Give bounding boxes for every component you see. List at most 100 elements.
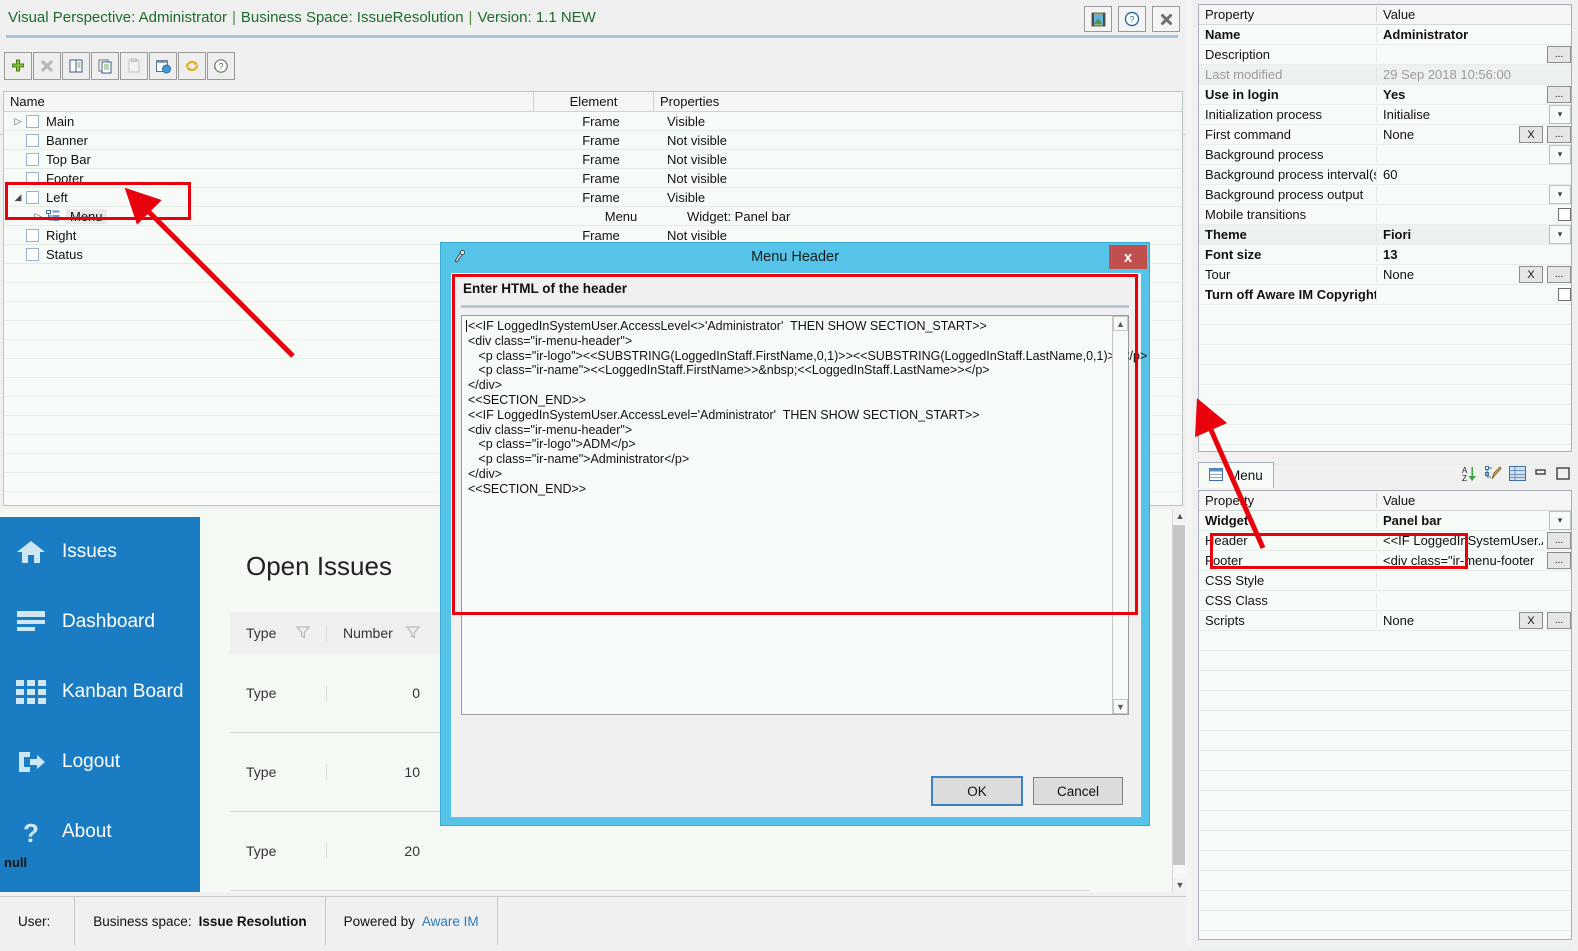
property-row[interactable]: First command None X... [1199,125,1571,145]
property-value-cell[interactable]: <div class="ir-menu-footer... [1377,552,1571,569]
property-value-cell[interactable]: 60 [1377,167,1571,182]
categorize-icon[interactable] [1485,465,1502,485]
property-row[interactable]: CSS Class [1199,591,1571,611]
tree-cell-name[interactable]: ◢ Left [4,190,541,205]
ellipsis-button[interactable]: ... [1547,552,1571,569]
property-value-cell[interactable]: Yes... [1377,86,1571,103]
table-row[interactable]: Footer Frame Not visible [4,169,1182,188]
property-row[interactable]: Turn off Aware IM Copyright [1199,285,1571,305]
property-value-cell[interactable]: Administrator [1377,27,1571,42]
help-icon[interactable]: ? [1118,6,1146,32]
table-view-icon[interactable] [1509,466,1526,484]
property-row[interactable]: Mobile transitions [1199,205,1571,225]
copy-button[interactable] [91,52,119,80]
property-row[interactable]: Tour None X... [1199,265,1571,285]
property-value-cell[interactable]: ... [1377,46,1571,63]
add-button[interactable] [4,52,32,80]
expander-icon[interactable]: ▷ [30,211,46,222]
ellipsis-button[interactable]: ... [1547,266,1571,283]
property-row[interactable]: Header <<IF LoggedInSystemUser.A... [1199,531,1571,551]
tab-menu[interactable]: Menu [1198,462,1274,488]
property-row[interactable]: Description... [1199,45,1571,65]
property-value-cell[interactable]: 13 [1377,247,1571,262]
property-value-cell[interactable]: ▾ [1377,145,1571,164]
preview-col-number[interactable]: Number [326,624,436,642]
property-value-cell[interactable] [1377,208,1571,221]
html-code-text[interactable]: <<IF LoggedInSystemUser.AccessLevel<>'Ad… [468,319,1147,497]
ellipsis-button[interactable]: ... [1547,46,1571,63]
property-row[interactable]: CSS Style [1199,571,1571,591]
aware-im-link[interactable]: Aware IM [422,914,479,929]
property-value-cell[interactable]: Fiori ▾ [1377,225,1571,244]
clear-button[interactable]: X [1519,266,1543,283]
scroll-up-icon[interactable]: ▲ [1173,509,1187,523]
sidebar-item-issues[interactable]: Issues [0,517,200,587]
tree-checkbox[interactable] [26,228,39,242]
preview-scroll-thumb[interactable] [1173,525,1185,865]
tree-header-element[interactable]: Element [534,92,654,111]
preview-col-type[interactable]: Type [230,625,326,642]
tree-cell-name[interactable]: Right [4,228,541,243]
checkbox[interactable] [1558,208,1571,221]
expander-icon[interactable]: ◢ [10,192,26,203]
sidebar-item-kanban-board[interactable]: Kanban Board [0,657,200,727]
property-row[interactable]: Background process output ▾ [1199,185,1571,205]
chevron-down-icon[interactable]: ▾ [1549,145,1571,164]
table-row[interactable]: ▷ Main Frame Visible [4,112,1182,131]
property-value-cell[interactable]: 29 Sep 2018 10:56:00 [1377,67,1571,82]
property-row[interactable]: Footer <div class="ir-menu-footer... [1199,551,1571,571]
cancel-button[interactable]: Cancel [1033,777,1123,805]
ellipsis-button[interactable]: ... [1547,612,1571,629]
refresh-button[interactable] [178,52,206,80]
html-code-editor[interactable]: <<IF LoggedInSystemUser.AccessLevel<>'Ad… [461,315,1147,715]
chevron-down-icon[interactable]: ▾ [1549,105,1571,124]
checkbox[interactable] [1558,288,1571,301]
ok-button[interactable]: OK [931,776,1023,806]
perspective-properties-grid[interactable]: Property Value Name Administrator Descript… [1198,4,1572,465]
sidebar-item-dashboard[interactable]: Dashboard [0,587,200,657]
property-row[interactable]: Theme Fiori ▾ [1199,225,1571,245]
property-value-cell[interactable]: None X... [1377,612,1571,629]
scroll-down-icon[interactable]: ▼ [1173,878,1187,892]
sidebar-item-about[interactable]: ? About [0,797,200,867]
property-row[interactable]: Font size 13 [1199,245,1571,265]
delete-button[interactable] [33,52,61,80]
code-editor-scrollbar[interactable]: ▲ ▼ [1112,316,1128,714]
property-row[interactable]: Background process ▾ [1199,145,1571,165]
minimize-icon[interactable] [1533,466,1548,484]
tree-checkbox[interactable] [26,247,39,261]
open-button[interactable] [62,52,90,80]
chevron-down-icon[interactable]: ▾ [1549,225,1571,244]
tree-cell-name[interactable]: Footer [4,171,541,186]
dialog-close-button[interactable]: x [1109,245,1147,269]
tree-cell-name[interactable]: ▷ Menu [4,208,561,224]
chevron-down-icon[interactable]: ▾ [1549,511,1571,530]
chevron-down-icon[interactable]: ▾ [1549,185,1571,204]
close-icon[interactable] [1152,6,1180,32]
scroll-down-button[interactable]: ▼ [1173,878,1187,892]
property-row[interactable]: Initialization process Initialise ▾ [1199,105,1571,125]
property-row[interactable]: Last modified 29 Sep 2018 10:56:00 [1199,65,1571,85]
tree-checkbox[interactable] [26,171,39,185]
tree-header-properties[interactable]: Properties [654,92,1182,111]
ellipsis-button[interactable]: ... [1547,86,1571,103]
expander-icon[interactable]: ▷ [10,116,26,127]
tree-checkbox[interactable] [26,133,39,147]
property-row[interactable]: Background process interval(s... 60 [1199,165,1571,185]
tree-cell-name[interactable]: ▷ Main [4,114,541,129]
tree-checkbox[interactable] [26,152,39,166]
sidebar-item-logout[interactable]: Logout [0,727,200,797]
filter-icon[interactable] [405,625,421,642]
tree-cell-name[interactable]: Banner [4,133,541,148]
property-value-cell[interactable]: Initialise ▾ [1377,105,1571,124]
tree-header-name[interactable]: Name [4,92,534,111]
tree-checkbox[interactable] [26,190,39,204]
film-icon[interactable] [1084,6,1112,32]
property-row[interactable]: Name Administrator [1199,25,1571,45]
table-row[interactable]: ▷ Menu Menu Widget: Panel bar [4,207,1182,226]
maximize-icon[interactable] [1555,466,1570,484]
ellipsis-button[interactable]: ... [1547,532,1571,549]
filter-icon[interactable] [295,625,311,642]
paste-button[interactable] [120,52,148,80]
preview-button[interactable] [149,52,177,80]
